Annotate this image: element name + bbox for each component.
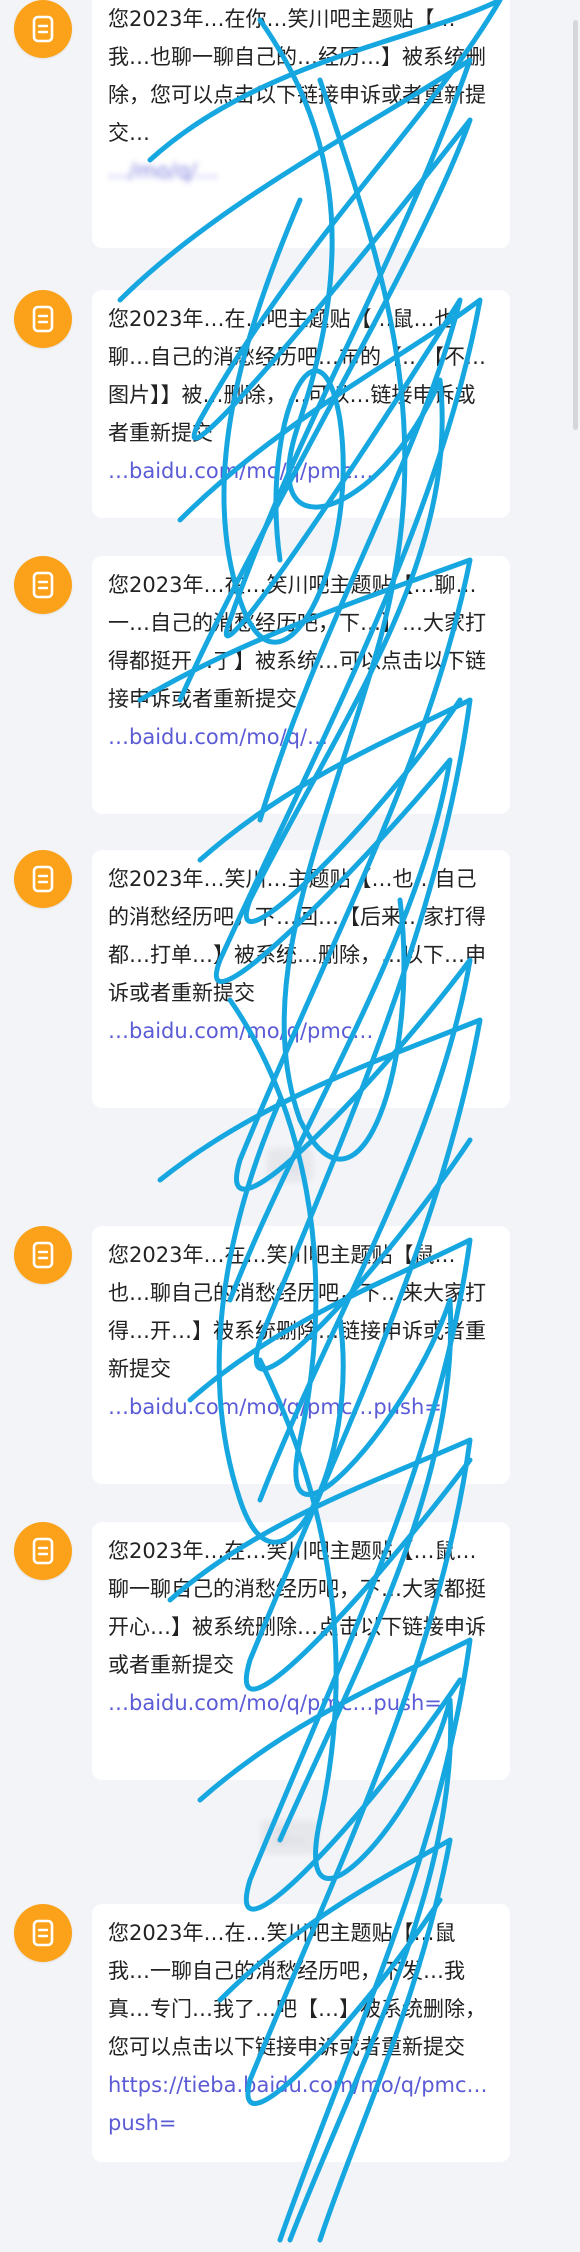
message-link[interactable]: …/mo/q/… (108, 152, 492, 190)
message-link[interactable]: …baidu.com/mo/q/pmc… (108, 1012, 492, 1050)
timestamp-divider: 2… (0, 1820, 580, 1854)
message-text: 您2023年…在你…笑川吧主题贴【…我…也聊一聊自己的…经历…】被系统删除，您可… (108, 7, 486, 145)
avatar[interactable] (14, 850, 72, 908)
avatar[interactable] (14, 1226, 72, 1284)
message-bubble: 您2023年…笑川…主题贴【…也…自己的消愁经历吧，下…回…【后来…家打得都…打… (92, 850, 510, 1108)
document-icon (32, 865, 54, 893)
message-bubble: 您2023年…在…吧主题贴【…鼠…也聊…自己的消愁经历吧…布的【…【不…图片】】… (92, 290, 510, 518)
timestamp-label: 2… (261, 1820, 319, 1854)
message-link[interactable]: https://tieba.baidu.com/mo/q/pmc…push= (108, 2066, 492, 2142)
avatar[interactable] (14, 0, 72, 58)
message-bubble: 您2023年…在…笑川吧主题贴【…鼠…聊一聊自己的消愁经历吧，下…大家都挺开心…… (92, 1522, 510, 1780)
message-link[interactable]: …baidu.com/mo/q/pmc…push= (108, 1388, 492, 1426)
avatar[interactable] (14, 1522, 72, 1580)
message-link[interactable]: …baidu.com/mo/q/pmc… (108, 452, 492, 490)
avatar[interactable] (14, 1904, 72, 1962)
timestamp-label: … (267, 1148, 313, 1182)
document-icon (32, 15, 54, 43)
document-icon (32, 571, 54, 599)
document-icon (32, 1537, 54, 1565)
message-link[interactable]: …baidu.com/mo/q/pmc…push= (108, 1684, 492, 1722)
message-text: 您2023年…在…笑川吧主题贴【…鼠…聊一聊自己的消愁经历吧，下…大家都挺开心…… (108, 1539, 486, 1677)
timestamp-divider: … (0, 1148, 580, 1182)
document-icon (32, 1241, 54, 1269)
message-bubble: 您2023年…在…笑川吧主题贴【…鼠我…一聊自己的消愁经历吧，下发…我真…专门…… (92, 1904, 510, 2162)
message-text: 您2023年…在…笑川吧主题贴【…聊…一…自己的消愁经历吧，下…】…大家打得都挺… (108, 573, 486, 711)
message-bubble: 您2023年…在你…笑川吧主题贴【…我…也聊一聊自己的…经历…】被系统删除，您可… (92, 0, 510, 248)
document-icon (32, 305, 54, 333)
scrollbar[interactable] (573, 20, 578, 430)
message-bubble: 您2023年…在…笑川吧主题贴【…聊…一…自己的消愁经历吧，下…】…大家打得都挺… (92, 556, 510, 814)
avatar[interactable] (14, 290, 72, 348)
message-text: 您2023年…在…笑川吧主题贴【…鼠我…一聊自己的消愁经历吧，下发…我真…专门…… (108, 1921, 486, 2059)
message-text: 您2023年…在…吧主题贴【…鼠…也聊…自己的消愁经历吧…布的【…【不…图片】】… (108, 307, 486, 445)
document-icon (32, 1919, 54, 1947)
message-link[interactable]: …baidu.com/mo/q/… (108, 718, 492, 756)
avatar[interactable] (14, 556, 72, 614)
message-text: 您2023年…笑川…主题贴【…也…自己的消愁经历吧，下…回…【后来…家打得都…打… (108, 867, 486, 1005)
message-text: 您2023年…在…笑川吧主题贴【鼠…也…聊自己的消愁经历吧，下…来大家打得…开…… (108, 1243, 486, 1381)
message-bubble: 您2023年…在…笑川吧主题贴【鼠…也…聊自己的消愁经历吧，下…来大家打得…开…… (92, 1226, 510, 1484)
